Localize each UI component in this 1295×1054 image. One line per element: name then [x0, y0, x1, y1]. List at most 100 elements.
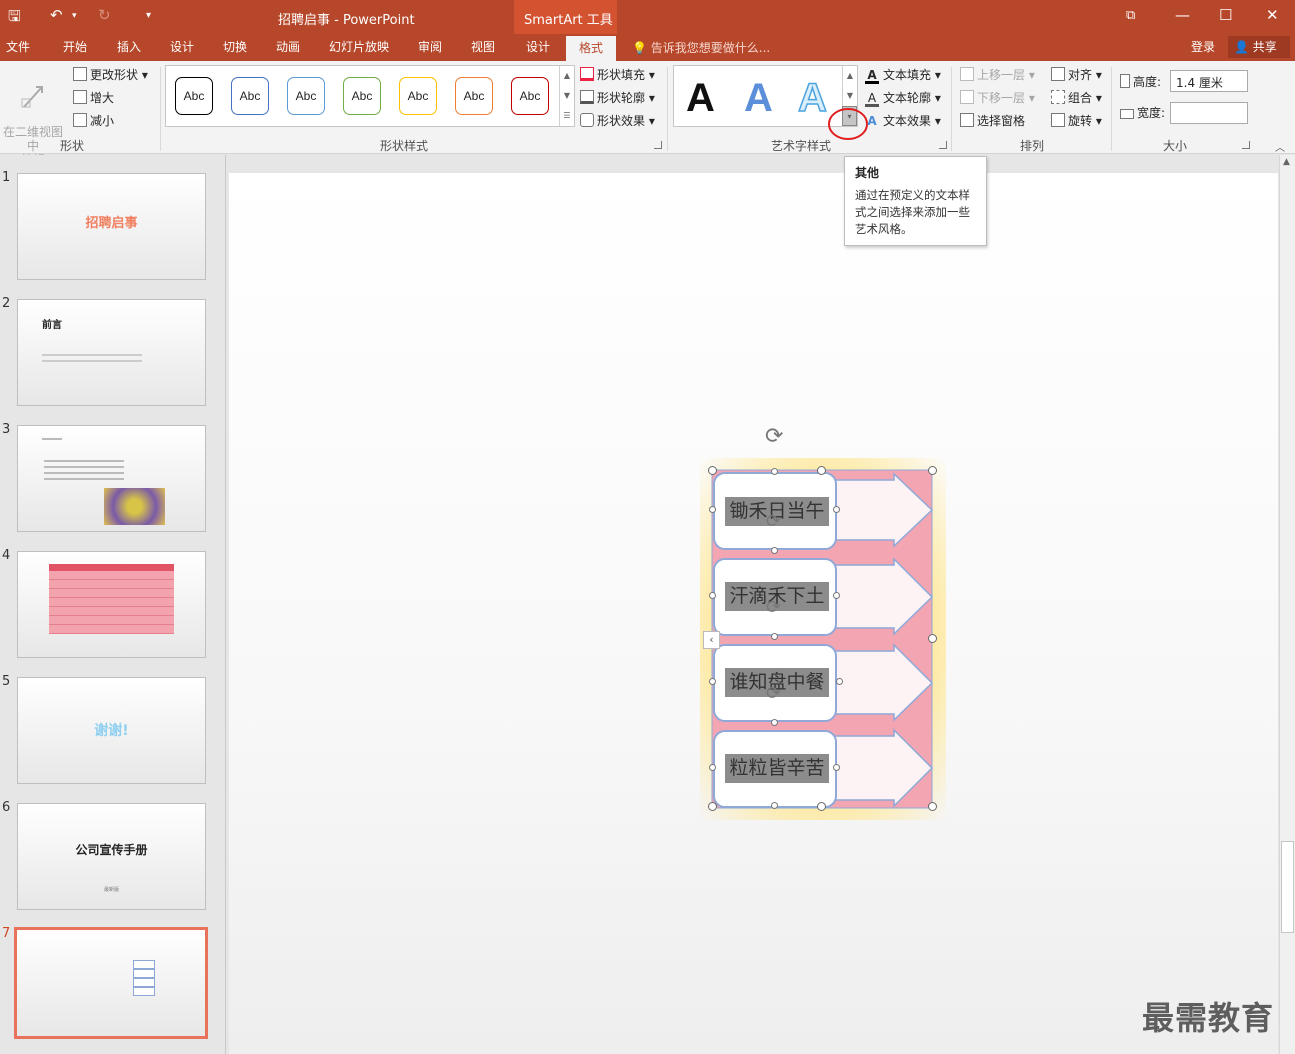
resize-handle[interactable]: [928, 802, 937, 811]
login-link[interactable]: 登录: [1191, 38, 1215, 55]
thumb-text-line: [44, 478, 124, 480]
text-fill-button[interactable]: A 文本填充 ▾: [865, 66, 941, 84]
node-handle[interactable]: [833, 506, 840, 513]
shape-style-4[interactable]: Abc: [343, 77, 381, 115]
tab-review[interactable]: 审阅: [418, 38, 442, 55]
rotate-handle-icon[interactable]: ⟳: [765, 424, 783, 449]
smaller-button[interactable]: 减小: [73, 112, 114, 129]
tab-animations[interactable]: 动画: [276, 38, 300, 55]
tab-view[interactable]: 视图: [471, 38, 495, 55]
slide-number: 3: [2, 422, 11, 437]
shape-fill-button[interactable]: 形状填充 ▾: [580, 66, 655, 83]
shape-style-1[interactable]: Abc: [175, 77, 213, 115]
collapse-ribbon-icon[interactable]: ︿: [1275, 139, 1285, 154]
node-handle[interactable]: [771, 802, 778, 809]
slide-thumbnail-7[interactable]: [14, 927, 208, 1039]
tab-slideshow[interactable]: 幻灯片放映: [329, 38, 389, 55]
minimize-icon[interactable]: —: [1175, 6, 1190, 24]
smartart-node-text-4[interactable]: 粒粒皆辛苦: [725, 754, 829, 783]
size-launcher-icon[interactable]: [1242, 141, 1250, 149]
resize-handle[interactable]: [928, 466, 937, 475]
tab-design[interactable]: 设计: [170, 38, 194, 55]
shape-outline-button[interactable]: 形状轮廓 ▾: [580, 89, 655, 106]
shape-style-3[interactable]: Abc: [287, 77, 325, 115]
node-handle[interactable]: [709, 764, 716, 771]
shape-style-5[interactable]: Abc: [399, 77, 437, 115]
width-input[interactable]: [1170, 102, 1248, 124]
node-handle[interactable]: [771, 719, 778, 726]
scrollbar-thumb[interactable]: [1281, 841, 1294, 933]
shape-styles-launcher-icon[interactable]: [654, 141, 662, 149]
resize-handle[interactable]: [928, 634, 937, 643]
group-button[interactable]: 组合 ▾: [1051, 89, 1102, 106]
tell-me-search[interactable]: 💡 告诉我您想要做什么...: [632, 39, 770, 56]
gallery-more-icon[interactable]: ☰: [559, 106, 574, 126]
slide-thumbnail-1[interactable]: 招聘启事: [17, 173, 206, 280]
close-icon[interactable]: ✕: [1266, 6, 1279, 24]
node-handle[interactable]: [836, 678, 843, 685]
wordart-scroll-down-icon[interactable]: ▼: [842, 86, 857, 106]
save-icon[interactable]: 🖫: [8, 6, 21, 31]
rotate-handle-icon[interactable]: ⟳: [766, 683, 781, 704]
tab-smartart-design[interactable]: 设计: [526, 38, 550, 55]
slide-thumbnail-5[interactable]: 谢谢!: [17, 677, 206, 784]
slide-thumbnail-2[interactable]: 前言: [17, 299, 206, 406]
node-handle[interactable]: [709, 592, 716, 599]
resize-handle[interactable]: [817, 466, 826, 475]
undo-dropdown-icon[interactable]: ▾: [72, 11, 77, 21]
scroll-up-icon[interactable]: ▲: [1283, 157, 1290, 167]
node-handle[interactable]: [833, 592, 840, 599]
wordart-style-outline[interactable]: A: [797, 75, 827, 121]
wordart-style-black[interactable]: A: [686, 76, 715, 121]
shape-effects-button[interactable]: 形状效果 ▾: [580, 112, 655, 129]
text-effects-icon: A: [867, 114, 877, 128]
wordart-launcher-icon[interactable]: [939, 141, 947, 149]
text-outline-button[interactable]: A 文本轮廓 ▾: [865, 89, 941, 107]
customize-toolbar-icon[interactable]: ▾: [146, 10, 151, 21]
tab-file[interactable]: 文件: [6, 38, 30, 55]
wordart-scroll-up-icon[interactable]: ▲: [842, 66, 857, 86]
align-button[interactable]: 对齐 ▾: [1051, 66, 1102, 83]
slide-thumbnail-3[interactable]: [17, 425, 206, 532]
shape-style-2[interactable]: Abc: [231, 77, 269, 115]
shape-styles-gallery[interactable]: Abc Abc Abc Abc Abc Abc Abc ▲ ▼ ☰: [165, 65, 575, 127]
rotate-handle-icon[interactable]: ⟳: [766, 511, 781, 532]
node-handle[interactable]: [771, 633, 778, 640]
tab-insert[interactable]: 插入: [117, 38, 141, 55]
height-input[interactable]: 1.4 厘米: [1170, 70, 1248, 92]
slide-thumbnail-4[interactable]: [17, 551, 206, 658]
tab-home[interactable]: 开始: [63, 38, 87, 55]
tab-transitions[interactable]: 切换: [223, 38, 247, 55]
shape-fill-label: 形状填充: [597, 68, 646, 82]
gallery-scroll-down-icon[interactable]: ▼: [559, 86, 574, 106]
slide-thumbnail-6[interactable]: 公司宣传手册 最新版: [17, 803, 206, 910]
resize-handle[interactable]: [817, 802, 826, 811]
tooltip-title: 其他: [855, 166, 880, 180]
resize-handle[interactable]: [708, 802, 717, 811]
maximize-icon[interactable]: ☐: [1219, 6, 1232, 24]
node-handle[interactable]: [771, 547, 778, 554]
rotate-button[interactable]: 旋转 ▾: [1051, 112, 1102, 129]
node-handle[interactable]: [709, 506, 716, 513]
gallery-scroll-up-icon[interactable]: ▲: [559, 66, 574, 86]
shape-style-7[interactable]: Abc: [511, 77, 549, 115]
change-shape-button[interactable]: 更改形状 ▾: [73, 66, 148, 83]
thumb-table: [49, 564, 174, 634]
height-label: 高度:: [1120, 73, 1161, 90]
tab-format[interactable]: 格式: [566, 36, 617, 61]
rotate-handle-icon[interactable]: ⟳: [766, 597, 781, 618]
node-handle[interactable]: [709, 678, 716, 685]
node-handle[interactable]: [833, 764, 840, 771]
node-handle[interactable]: [771, 468, 778, 475]
text-pane-toggle-icon[interactable]: ‹: [703, 631, 720, 649]
text-effects-button[interactable]: A 文本效果 ▾: [865, 112, 941, 129]
share-button[interactable]: 👤 共享: [1228, 36, 1290, 58]
shape-style-6[interactable]: Abc: [455, 77, 493, 115]
ribbon-display-icon[interactable]: ⧉: [1126, 8, 1135, 23]
vertical-scrollbar[interactable]: ▲: [1279, 155, 1295, 1054]
selection-pane-button[interactable]: 选择窗格: [960, 112, 1025, 129]
larger-button[interactable]: 增大: [73, 89, 114, 106]
undo-icon[interactable]: ↶: [50, 6, 63, 24]
wordart-style-blue[interactable]: A: [744, 76, 773, 121]
resize-handle[interactable]: [708, 466, 717, 475]
